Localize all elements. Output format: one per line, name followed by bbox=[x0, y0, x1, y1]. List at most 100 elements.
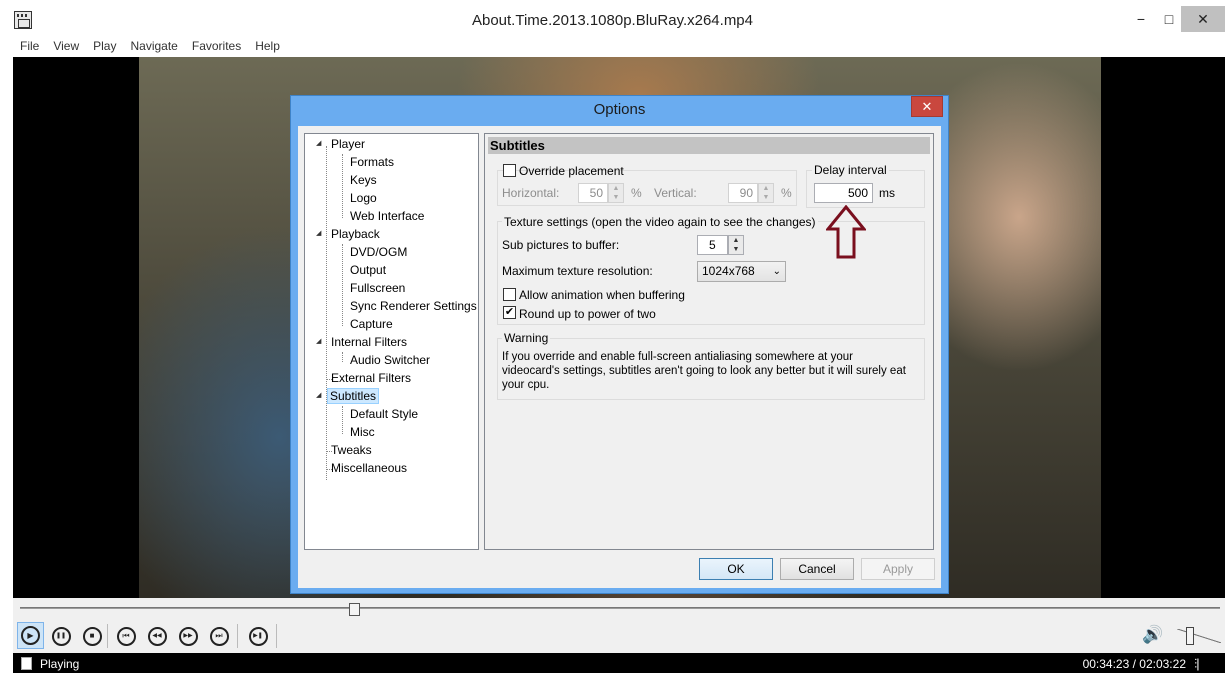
play-icon: ▶ bbox=[21, 626, 40, 645]
vertical-spinner[interactable]: ▲ ▼ bbox=[758, 183, 774, 203]
volume-slider[interactable] bbox=[1177, 627, 1221, 645]
annotation-arrow-icon bbox=[826, 205, 866, 259]
spin-down-icon[interactable]: ▼ bbox=[609, 193, 623, 202]
tree-connector bbox=[342, 352, 343, 362]
control-separator bbox=[276, 624, 277, 648]
panel-header: Subtitles bbox=[488, 137, 930, 154]
seek-thumb[interactable] bbox=[349, 603, 360, 616]
document-icon bbox=[21, 657, 32, 670]
volume-icon[interactable]: 🔊 bbox=[1142, 625, 1163, 645]
menu-help[interactable]: Help bbox=[248, 38, 287, 57]
pause-button[interactable]: ❚❚ bbox=[49, 624, 73, 648]
stop-button[interactable]: ■ bbox=[80, 624, 104, 648]
tree-connector bbox=[342, 244, 343, 326]
menu-favorites[interactable]: Favorites bbox=[185, 38, 248, 57]
rewind-button[interactable]: ◀◀ bbox=[145, 624, 169, 648]
expand-icon[interactable]: ◢ bbox=[316, 337, 321, 345]
play-button[interactable]: ▶ bbox=[17, 622, 44, 649]
sub-pictures-input[interactable]: 5 bbox=[697, 235, 728, 255]
close-button[interactable]: ✕ bbox=[1181, 6, 1225, 32]
next-button[interactable]: ⏭ bbox=[207, 624, 231, 648]
pause-icon: ❚❚ bbox=[51, 626, 71, 646]
control-separator bbox=[107, 624, 108, 648]
forward-button[interactable]: ▶▶ bbox=[176, 624, 200, 648]
signal-icon: ⫶| bbox=[1194, 656, 1200, 671]
horizontal-label: Horizontal: bbox=[502, 186, 560, 200]
tree-connector bbox=[342, 154, 343, 218]
tree-item-fullscreen[interactable]: Fullscreen bbox=[348, 280, 407, 296]
tree-item-miscellaneous[interactable]: Miscellaneous bbox=[329, 460, 409, 476]
previous-button[interactable]: ⏮ bbox=[114, 624, 138, 648]
status-text: Playing bbox=[40, 657, 80, 671]
tree-item-capture[interactable]: Capture bbox=[348, 316, 395, 332]
forward-icon: ▶▶ bbox=[178, 626, 198, 646]
tree-connector bbox=[326, 146, 327, 480]
spin-down-icon[interactable]: ▼ bbox=[759, 193, 773, 202]
chevron-down-icon: ⌄ bbox=[772, 266, 781, 277]
tree-connector bbox=[342, 406, 343, 434]
menu-navigate[interactable]: Navigate bbox=[123, 38, 184, 57]
warning-label: Warning bbox=[502, 331, 551, 345]
tree-item-output[interactable]: Output bbox=[348, 262, 388, 278]
horizontal-spinner[interactable]: ▲ ▼ bbox=[608, 183, 624, 203]
vertical-label: Vertical: bbox=[654, 186, 697, 200]
tree-item-tweaks[interactable]: Tweaks bbox=[329, 442, 374, 458]
time-display[interactable]: 00:34:23 / 02:03:22 bbox=[1020, 657, 1186, 671]
dialog-close-button[interactable]: ✕ bbox=[911, 96, 943, 117]
horizontal-unit: % bbox=[631, 186, 642, 200]
tree-item-logo[interactable]: Logo bbox=[348, 190, 379, 206]
tree-item-formats[interactable]: Formats bbox=[348, 154, 396, 170]
menu-bar: File View Play Navigate Favorites Help bbox=[13, 38, 1225, 57]
override-placement-checkbox[interactable] bbox=[503, 164, 516, 177]
window-title: About.Time.2013.1080p.BluRay.x264.mp4 bbox=[471, 12, 753, 29]
options-tree[interactable]: ◢ Player Formats Keys Logo Web Interface… bbox=[304, 133, 479, 550]
ok-button[interactable]: OK bbox=[699, 558, 773, 580]
frame-step-icon: ▶❚ bbox=[248, 626, 268, 646]
sub-pictures-spinner[interactable]: ▲ ▼ bbox=[728, 235, 744, 255]
menu-play[interactable]: Play bbox=[86, 38, 123, 57]
round-up-checkbox[interactable]: ✔ bbox=[503, 306, 516, 319]
cancel-button[interactable]: Cancel bbox=[780, 558, 854, 580]
expand-icon[interactable]: ◢ bbox=[316, 139, 321, 147]
expand-icon[interactable]: ◢ bbox=[316, 391, 321, 399]
horizontal-input[interactable]: 50 bbox=[578, 183, 608, 203]
tree-item-player[interactable]: Player bbox=[329, 136, 367, 152]
stop-icon: ■ bbox=[82, 626, 102, 646]
delay-interval-unit: ms bbox=[879, 186, 895, 200]
spin-down-icon[interactable]: ▼ bbox=[729, 245, 743, 254]
menu-view[interactable]: View bbox=[46, 38, 86, 57]
tree-item-sync-renderer[interactable]: Sync Renderer Settings bbox=[348, 298, 479, 314]
tree-item-dvd-ogm[interactable]: DVD/OGM bbox=[348, 244, 409, 260]
next-icon: ⏭ bbox=[209, 626, 229, 646]
tree-item-playback[interactable]: Playback bbox=[329, 226, 382, 242]
tree-item-web-interface[interactable]: Web Interface bbox=[348, 208, 426, 224]
tree-item-default-style[interactable]: Default Style bbox=[348, 406, 420, 422]
warning-text: If you override and enable full-screen a… bbox=[502, 351, 906, 391]
tree-item-internal-filters[interactable]: Internal Filters bbox=[329, 334, 409, 350]
allow-animation-label: Allow animation when buffering bbox=[519, 288, 685, 302]
max-texture-select[interactable]: 1024x768 ⌄ bbox=[697, 261, 786, 282]
tree-item-audio-switcher[interactable]: Audio Switcher bbox=[348, 352, 432, 368]
max-texture-value: 1024x768 bbox=[702, 264, 755, 278]
spin-up-icon[interactable]: ▲ bbox=[729, 236, 743, 245]
tree-item-keys[interactable]: Keys bbox=[348, 172, 379, 188]
spin-up-icon[interactable]: ▲ bbox=[609, 184, 623, 193]
override-placement-label: Override placement bbox=[519, 164, 624, 178]
frame-step-button[interactable]: ▶❚ bbox=[246, 624, 270, 648]
previous-icon: ⏮ bbox=[116, 626, 136, 646]
tree-item-subtitles[interactable]: Subtitles bbox=[327, 388, 380, 404]
tree-item-misc[interactable]: Misc bbox=[348, 424, 377, 440]
volume-thumb[interactable] bbox=[1186, 627, 1194, 645]
delay-interval-input[interactable]: 500 bbox=[814, 183, 873, 203]
texture-settings-label: Texture settings (open the video again t… bbox=[502, 215, 818, 229]
tree-item-external-filters[interactable]: External Filters bbox=[329, 370, 413, 386]
expand-icon[interactable]: ◢ bbox=[316, 229, 321, 237]
seek-track[interactable] bbox=[20, 607, 1220, 609]
menu-file[interactable]: File bbox=[13, 38, 46, 57]
apply-button[interactable]: Apply bbox=[861, 558, 935, 580]
sub-pictures-label: Sub pictures to buffer: bbox=[502, 238, 620, 252]
vertical-input[interactable]: 90 bbox=[728, 183, 758, 203]
spin-up-icon[interactable]: ▲ bbox=[759, 184, 773, 193]
delay-interval-label: Delay interval bbox=[812, 163, 889, 177]
allow-animation-checkbox[interactable] bbox=[503, 288, 516, 301]
